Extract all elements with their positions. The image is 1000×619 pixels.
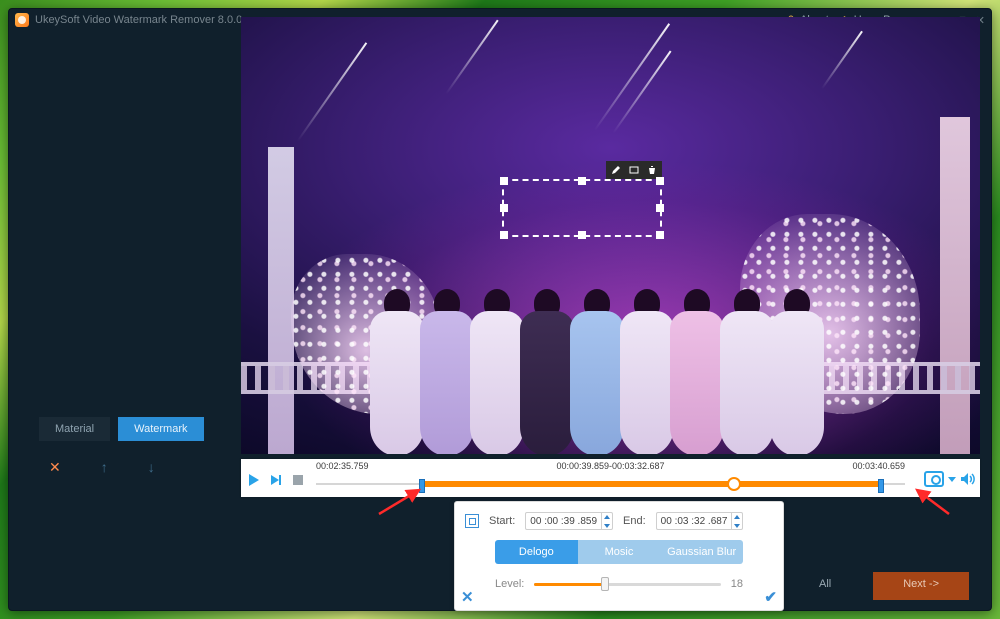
- stop-button[interactable]: [289, 471, 307, 489]
- volume-button[interactable]: [960, 472, 976, 486]
- seek-selected-range: [422, 481, 881, 487]
- start-spin-up[interactable]: [601, 512, 612, 521]
- next-button[interactable]: Next ->: [873, 572, 969, 600]
- move-up-icon[interactable]: ↑: [101, 459, 108, 476]
- tab-material[interactable]: Material: [39, 417, 110, 441]
- time-current: 00:02:35.759: [316, 461, 369, 471]
- resize-handle-sw[interactable]: [500, 231, 508, 239]
- time-range: 00:00:39.859-00:03:32.687: [556, 461, 664, 471]
- resize-handle-e[interactable]: [656, 204, 664, 212]
- start-time-value: 00 :00 :39 .859: [526, 516, 601, 527]
- end-time-value: 00 :03 :32 .687: [657, 516, 732, 527]
- start-spin-down[interactable]: [601, 521, 612, 530]
- video-preview[interactable]: [241, 17, 980, 454]
- method-mosaic[interactable]: Mosic: [578, 540, 661, 564]
- resize-handle-nw[interactable]: [500, 177, 508, 185]
- start-time-input[interactable]: 00 :00 :39 .859: [525, 512, 613, 530]
- region-type-icon[interactable]: [626, 163, 642, 177]
- app-title: UkeySoft Video Watermark Remover 8.0.0: [35, 14, 242, 26]
- resize-handle-ne[interactable]: [656, 177, 664, 185]
- delete-selection-icon[interactable]: [644, 163, 660, 177]
- method-delogo[interactable]: Delogo: [495, 540, 578, 564]
- snapshot-button[interactable]: [924, 471, 944, 487]
- step-button[interactable]: [267, 471, 285, 489]
- fit-region-button[interactable]: [465, 514, 479, 528]
- end-time-input[interactable]: 00 :03 :32 .687: [656, 512, 744, 530]
- playback-controls: [245, 471, 307, 489]
- watermark-row-actions: ✕ ↑ ↓: [49, 459, 155, 476]
- start-label: Start:: [489, 515, 515, 527]
- time-labels: 00:02:35.759 00:00:39.859-00:03:32.687 0…: [316, 461, 905, 473]
- annotation-arrow-right: [909, 486, 959, 521]
- selection-toolbar: [606, 161, 662, 179]
- resize-handle-w[interactable]: [500, 204, 508, 212]
- playback-panel: 00:02:35.759 00:00:39.859-00:03:32.687 0…: [241, 459, 980, 497]
- resize-handle-se[interactable]: [656, 231, 664, 239]
- snapshot-dropdown-icon[interactable]: [948, 477, 956, 482]
- time-total: 00:03:40.659: [852, 461, 905, 471]
- left-tabs: Material Watermark: [39, 417, 204, 441]
- playhead-thumb[interactable]: [727, 477, 741, 491]
- resize-handle-n[interactable]: [578, 177, 586, 185]
- watermark-selection-box[interactable]: [502, 179, 662, 237]
- end-label: End:: [623, 515, 646, 527]
- resize-handle-s[interactable]: [578, 231, 586, 239]
- app-window: UkeySoft Video Watermark Remover 8.0.0 A…: [8, 8, 992, 611]
- edit-selection-icon[interactable]: [608, 163, 624, 177]
- tab-watermark[interactable]: Watermark: [118, 417, 203, 441]
- delete-row-icon[interactable]: ✕: [49, 459, 61, 476]
- move-down-icon[interactable]: ↓: [148, 459, 155, 476]
- bottom-bar: All Next ->: [31, 572, 969, 600]
- end-spin-up[interactable]: [731, 512, 742, 521]
- range-handle-end[interactable]: [878, 479, 884, 493]
- annotation-arrow-left: [374, 486, 434, 521]
- effect-method-group: Delogo Mosic Gaussian Blur: [495, 540, 743, 564]
- method-gaussian-blur[interactable]: Gaussian Blur: [660, 540, 743, 564]
- end-spin-down[interactable]: [731, 521, 742, 530]
- app-logo-icon: [15, 13, 29, 27]
- play-button[interactable]: [245, 471, 263, 489]
- convert-all-button[interactable]: All: [789, 572, 861, 600]
